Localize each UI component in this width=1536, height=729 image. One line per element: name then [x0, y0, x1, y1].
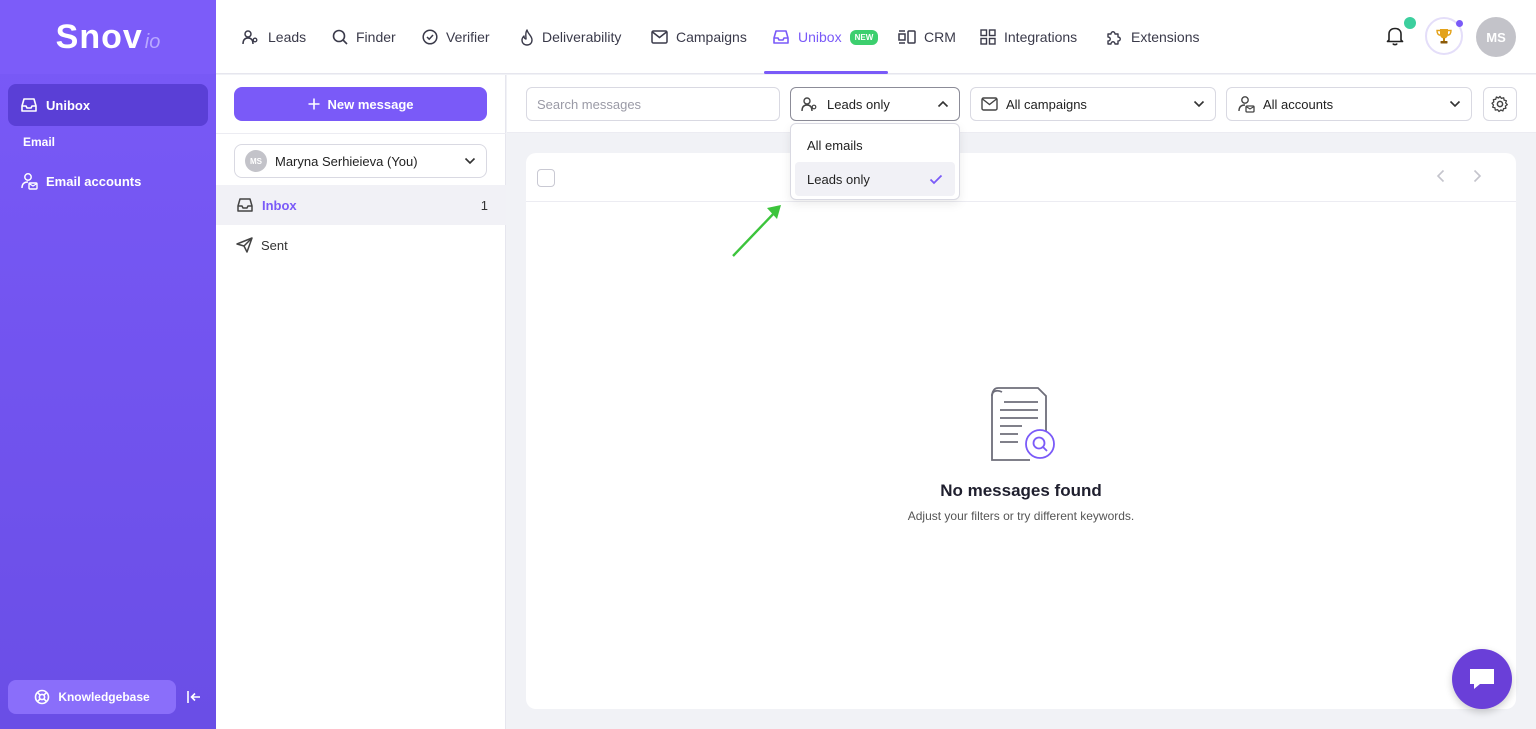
nav-label: Campaigns: [676, 29, 747, 45]
send-icon: [236, 237, 253, 253]
envelope-icon: [651, 30, 668, 44]
sidebar: Snov io Unibox Email Email accounts Know…: [0, 0, 216, 729]
folder-label: Inbox: [262, 197, 297, 213]
nav-label: Deliverability: [542, 29, 622, 45]
filter-toolbar: Leads only All campaigns All accounts: [507, 75, 1536, 133]
lifebuoy-icon: [35, 689, 50, 705]
user-mail-icon: [1238, 96, 1255, 113]
leads-filter-value: Leads only: [827, 96, 890, 112]
nav-unibox[interactable]: Unibox NEW: [763, 0, 889, 74]
inbox-icon: [237, 198, 253, 212]
flame-icon: [521, 28, 533, 46]
nav-integrations[interactable]: Integrations: [980, 0, 1077, 74]
inbox-icon: [773, 30, 789, 44]
chat-bubble-icon: [1470, 669, 1494, 689]
search-icon: [332, 29, 348, 45]
folder-inbox[interactable]: Inbox 1: [216, 185, 506, 225]
sidebar-item-label: Unibox: [46, 97, 91, 113]
sidebar-section-email: Email: [23, 135, 56, 149]
logo-sub-text: io: [144, 30, 161, 53]
message-list-header: [526, 153, 1516, 202]
select-all-checkbox[interactable]: [537, 169, 555, 187]
nav-label: Leads: [268, 29, 307, 45]
bell-icon[interactable]: [1386, 26, 1404, 46]
user-mail-icon: [21, 173, 38, 190]
user-avatar[interactable]: MS: [1476, 17, 1516, 57]
checkmark-icon: [929, 174, 943, 184]
envelope-icon: [981, 97, 998, 111]
settings-button[interactable]: [1483, 87, 1517, 121]
nav-label: Verifier: [446, 29, 490, 45]
leads-filter-dropdown[interactable]: Leads only: [790, 87, 960, 121]
knowledgebase-label: Knowledgebase: [58, 690, 150, 704]
trophy-icon: [1436, 29, 1452, 44]
trophy-dot: [1456, 20, 1463, 27]
menu-option-leads-only[interactable]: Leads only: [795, 162, 955, 196]
nav-leads[interactable]: Leads: [242, 0, 306, 74]
plus-icon: [308, 98, 319, 110]
campaigns-filter-value: All campaigns: [1006, 96, 1087, 112]
menu-option-label: All emails: [807, 137, 863, 153]
inbox-count: 1: [480, 197, 488, 213]
nav-crm[interactable]: CRM: [898, 0, 956, 74]
account-name: Maryna Serhieieva (You): [275, 153, 418, 169]
collapse-sidebar-button[interactable]: [184, 687, 204, 707]
empty-document-search-icon: [991, 387, 1055, 461]
new-message-button[interactable]: New message: [234, 87, 487, 121]
chat-widget-button[interactable]: [1452, 649, 1512, 709]
inbox-icon: [21, 98, 37, 112]
grid-icon: [980, 29, 996, 45]
nav-label: Integrations: [1004, 29, 1078, 45]
menu-option-all-emails[interactable]: All emails: [795, 128, 955, 162]
sidebar-item-label: Email accounts: [46, 173, 142, 189]
new-message-label: New message: [327, 96, 414, 112]
leads-icon: [801, 97, 817, 112]
nav-verifier[interactable]: Verifier: [422, 0, 490, 74]
nav-label: Extensions: [1131, 29, 1200, 45]
account-avatar: MS: [245, 150, 267, 172]
chevron-down-icon: [1449, 100, 1461, 108]
accounts-filter-dropdown[interactable]: All accounts: [1226, 87, 1472, 121]
empty-state-title: No messages found: [940, 481, 1102, 500]
accounts-filter-value: All accounts: [1263, 96, 1334, 112]
campaigns-filter-dropdown[interactable]: All campaigns: [970, 87, 1216, 121]
folder-sent[interactable]: Sent: [216, 225, 506, 265]
empty-state-subtitle: Adjust your filters or try different key…: [907, 509, 1135, 523]
sidebar-item-unibox[interactable]: Unibox: [8, 84, 208, 126]
logo-main-text: Snov: [55, 17, 143, 56]
folders-panel: New message MS Maryna Serhieieva (You) I…: [216, 75, 506, 729]
nav-finder[interactable]: Finder: [332, 0, 396, 74]
annotation-arrow-icon: [732, 205, 781, 257]
knowledgebase-button[interactable]: Knowledgebase: [8, 680, 176, 714]
puzzle-icon: [1107, 30, 1121, 45]
chevron-down-icon: [1193, 100, 1205, 108]
menu-option-label: Leads only: [807, 171, 870, 187]
message-list-card: No messages found Adjust your filters or…: [526, 153, 1516, 709]
chevron-right-icon[interactable]: [1472, 169, 1482, 183]
sidebar-item-email-accounts[interactable]: Email accounts: [8, 160, 208, 202]
crm-icon: [898, 30, 916, 44]
chevron-down-icon: [464, 157, 476, 165]
nav-label: CRM: [924, 29, 956, 45]
chevron-up-icon: [937, 100, 949, 108]
leads-filter-menu: All emails Leads only: [790, 123, 960, 200]
logo[interactable]: Snov io: [0, 0, 216, 74]
nav-campaigns[interactable]: Campaigns: [651, 0, 747, 74]
nav-label: Finder: [356, 29, 396, 45]
nav-label: Unibox: [798, 29, 842, 45]
nav-extensions[interactable]: Extensions: [1106, 0, 1199, 74]
check-circle-icon: [422, 29, 438, 45]
folder-label: Sent: [261, 237, 288, 253]
account-select[interactable]: MS Maryna Serhieieva (You): [234, 144, 487, 178]
leads-icon: [242, 30, 258, 45]
notification-dot: [1404, 17, 1416, 29]
divider: [216, 133, 506, 134]
collapse-left-icon: [187, 691, 200, 703]
top-navigation: Leads Finder Verifier Deliverability Cam…: [216, 0, 1536, 74]
chevron-left-icon[interactable]: [1436, 169, 1446, 183]
gear-icon: [1491, 95, 1508, 113]
nav-deliverability[interactable]: Deliverability: [520, 0, 621, 74]
search-input[interactable]: [526, 87, 780, 121]
new-badge: NEW: [849, 29, 879, 45]
